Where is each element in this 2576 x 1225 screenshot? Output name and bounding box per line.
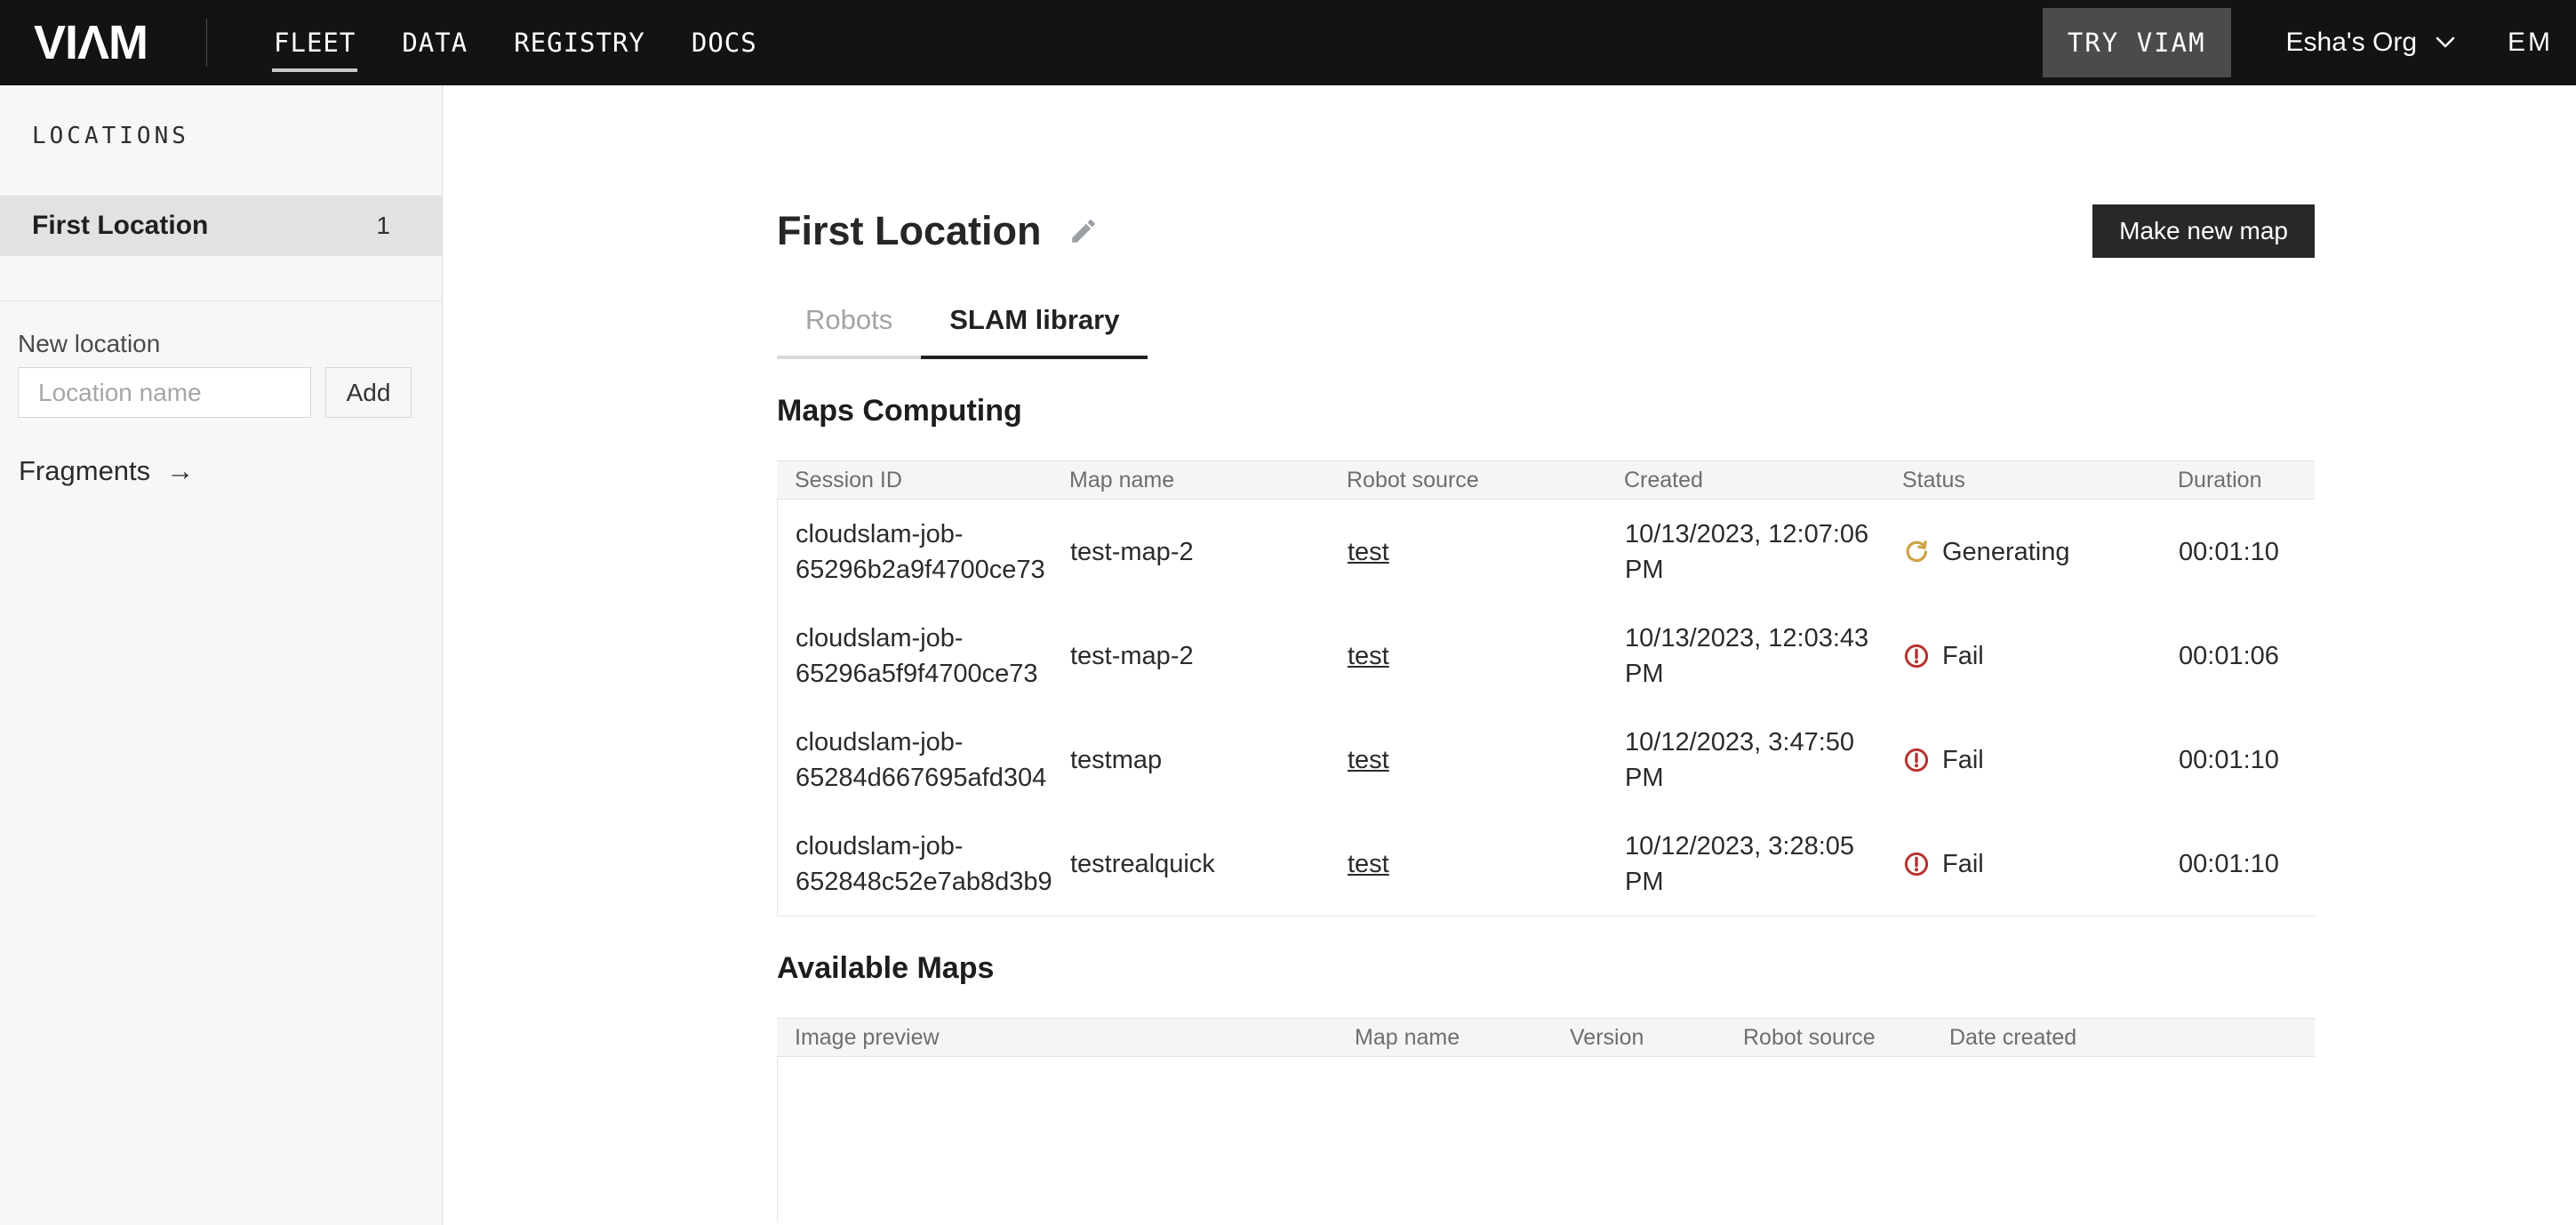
tab-slam-library[interactable]: SLAM library xyxy=(921,304,1148,359)
nav-right: TRY VIAM Esha's Org EM xyxy=(2043,8,2553,77)
status-cell: Generating xyxy=(1885,534,2161,570)
maps-computing-header-row: Session IDMap nameRobot sourceCreatedSta… xyxy=(777,460,2315,500)
column-header-map-name: Map name xyxy=(1052,468,1329,493)
column-header-robot-source: Robot source xyxy=(1725,1025,1932,1051)
fail-alert-icon xyxy=(1903,643,1930,669)
map-name-cell: test-map-2 xyxy=(1052,534,1330,570)
created-cell: 10/12/2023, 3:47:50 PM xyxy=(1607,725,1885,796)
robot-source-cell: test xyxy=(1330,638,1607,674)
status-cell: Fail xyxy=(1885,638,2161,674)
locations-heading: LOCATIONS xyxy=(0,85,442,148)
column-header-robot-source: Robot source xyxy=(1329,468,1606,493)
generating-refresh-icon xyxy=(1903,539,1930,565)
map-name-cell: test-map-2 xyxy=(1052,638,1330,674)
map-name-cell: testmap xyxy=(1052,742,1330,778)
try-viam-button[interactable]: TRY VIAM xyxy=(2043,8,2231,77)
new-location-section: New location Add xyxy=(0,301,442,418)
duration-cell: 00:01:06 xyxy=(2161,638,2315,674)
user-menu[interactable]: EM xyxy=(2508,28,2553,58)
available-maps-header-row: Image previewMap nameVersionRobot source… xyxy=(777,1018,2315,1057)
nav-divider xyxy=(206,19,207,67)
session-id-cell: cloudslam-job-65296b2a9f4700ce73 xyxy=(778,516,1052,588)
created-cell: 10/13/2023, 12:03:43 PM xyxy=(1607,621,1885,692)
location-name: First Location xyxy=(32,211,208,241)
session-id-cell: cloudslam-job-652848c52e7ab8d3b9 xyxy=(778,829,1052,900)
tab-robots[interactable]: Robots xyxy=(777,304,921,359)
edit-location-icon[interactable] xyxy=(1068,216,1099,246)
column-header-image-preview: Image preview xyxy=(777,1025,1337,1051)
robot-source-cell: test xyxy=(1330,534,1607,570)
nav-item-docs[interactable]: DOCS xyxy=(692,28,757,58)
available-maps-table: Image previewMap nameVersionRobot source… xyxy=(777,1018,2315,1222)
add-location-button[interactable]: Add xyxy=(325,367,412,418)
maps-computing-row: cloudslam-job-652848c52e7ab8d3b9 testrea… xyxy=(778,812,2315,916)
viam-logo[interactable]: VIΛM xyxy=(34,15,148,70)
location-tabs: RobotsSLAM library xyxy=(777,304,2315,359)
nav-item-registry[interactable]: REGISTRY xyxy=(514,28,645,58)
robot-source-link[interactable]: test xyxy=(1348,746,1389,774)
status-label: Fail xyxy=(1942,638,1984,674)
chevron-down-icon xyxy=(2435,36,2456,50)
maps-computing-body: cloudslam-job-65296b2a9f4700ce73 test-ma… xyxy=(777,500,2315,917)
status-label: Fail xyxy=(1942,846,1984,882)
maps-computing-heading: Maps Computing xyxy=(777,393,2315,428)
column-header-created: Created xyxy=(1606,468,1884,493)
available-maps-heading: Available Maps xyxy=(777,950,2315,986)
make-new-map-button[interactable]: Make new map xyxy=(2092,204,2315,258)
duration-cell: 00:01:10 xyxy=(2161,534,2315,570)
duration-cell: 00:01:10 xyxy=(2161,742,2315,778)
available-maps-body xyxy=(777,1057,2315,1222)
fail-alert-icon xyxy=(1903,747,1930,773)
column-header-date-created: Date created xyxy=(1932,1025,2315,1051)
fail-alert-icon xyxy=(1903,851,1930,877)
created-cell: 10/13/2023, 12:07:06 PM xyxy=(1607,516,1885,588)
status-label: Generating xyxy=(1942,534,2070,570)
location-robot-count: 1 xyxy=(376,212,390,240)
top-nav: VIΛM FLEET DATA REGISTRY DOCS TRY VIAM Esha… xyxy=(0,0,2576,85)
column-header-status: Status xyxy=(1884,468,2160,493)
arrow-right-icon: → xyxy=(166,455,194,487)
created-cell: 10/12/2023, 3:28:05 PM xyxy=(1607,829,1885,900)
robot-source-cell: test xyxy=(1330,742,1607,778)
maps-computing-row: cloudslam-job-65284d667695afd304 testmap… xyxy=(778,708,2315,812)
page-title: First Location xyxy=(777,208,1042,254)
primary-nav: FLEET DATA REGISTRY DOCS xyxy=(274,28,757,58)
status-cell: Fail xyxy=(1885,846,2161,882)
status-cell: Fail xyxy=(1885,742,2161,778)
locations-list: First Location 1 xyxy=(0,196,442,256)
duration-cell: 00:01:10 xyxy=(2161,846,2315,882)
location-name-input[interactable] xyxy=(18,367,311,418)
fragments-link[interactable]: Fragments → xyxy=(19,455,442,487)
robot-source-link[interactable]: test xyxy=(1348,850,1389,878)
maps-computing-table: Session IDMap nameRobot sourceCreatedSta… xyxy=(777,460,2315,917)
main-content: First Location Make new map RobotsSLAM l… xyxy=(444,85,2576,1225)
column-header-map-name: Map name xyxy=(1337,1025,1552,1051)
nav-item-data[interactable]: DATA xyxy=(402,28,468,58)
fragments-label: Fragments xyxy=(19,455,150,487)
status-label: Fail xyxy=(1942,742,1984,778)
column-header-version: Version xyxy=(1552,1025,1725,1051)
locations-sidebar: LOCATIONS First Location 1 New location … xyxy=(0,85,443,1225)
robot-source-link[interactable]: test xyxy=(1348,538,1389,566)
session-id-cell: cloudslam-job-65296a5f9f4700ce73 xyxy=(778,621,1052,692)
maps-computing-row: cloudslam-job-65296b2a9f4700ce73 test-ma… xyxy=(778,500,2315,604)
new-location-label: New location xyxy=(18,332,424,356)
map-name-cell: testrealquick xyxy=(1052,846,1330,882)
org-name: Esha's Org xyxy=(2286,28,2417,58)
session-id-cell: cloudslam-job-65284d667695afd304 xyxy=(778,725,1052,796)
org-switcher[interactable]: Esha's Org xyxy=(2286,28,2456,58)
nav-item-fleet[interactable]: FLEET xyxy=(274,28,356,58)
column-header-session-id: Session ID xyxy=(777,468,1052,493)
robot-source-link[interactable]: test xyxy=(1348,642,1389,670)
robot-source-cell: test xyxy=(1330,846,1607,882)
maps-computing-row: cloudslam-job-65296a5f9f4700ce73 test-ma… xyxy=(778,604,2315,708)
column-header-duration: Duration xyxy=(2160,468,2315,493)
location-list-item[interactable]: First Location 1 xyxy=(0,196,442,256)
